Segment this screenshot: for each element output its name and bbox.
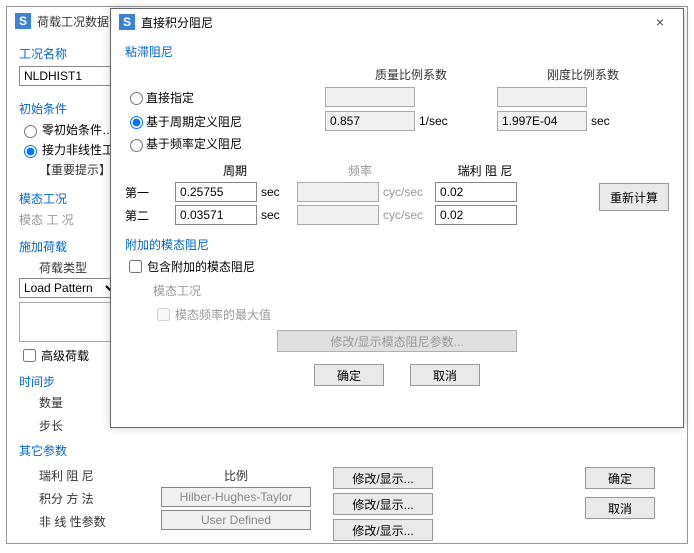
bg-cancel-button[interactable]: 取消 [585,497,655,519]
modal-close-button[interactable]: × [645,8,675,36]
period-stiff-value: 1.997E-04 [497,111,587,131]
modify-rayleigh-button[interactable]: 修改/显示... [333,467,433,489]
direct-radio[interactable] [130,92,143,105]
add-damp-legend: 附加的模态阻尼 [125,236,669,253]
bg-ok-button[interactable]: 确定 [585,467,655,489]
period1-input[interactable] [175,182,257,202]
rayleigh-label: 瑞利 阻 尼 [39,467,139,484]
modify-modal-damp-button: 修改/显示模态阻尼参数... [277,330,517,352]
ratio-label: 比例 [151,467,321,484]
app-icon: S [15,13,31,29]
period2-input[interactable] [175,205,257,225]
by-freq-radio[interactable] [130,139,143,152]
damping-dialog: S 直接积分阻尼 × 粘滞阻尼 质量比例系数 刚度比例系数 直接指定 基于周期定… [110,8,684,428]
row2-label: 第二 [125,207,171,224]
other-legend: 其它参数 [19,442,169,459]
max-freq-check: 模态频率的最大值 [153,305,669,324]
recalc-button[interactable]: 重新计算 [599,183,669,211]
nonlinear-value: User Defined [161,510,311,530]
freq1-box [297,182,379,202]
stiff-coef-header: 刚度比例系数 [497,66,669,83]
rayleigh2-input[interactable] [435,205,517,225]
load-list[interactable] [19,302,119,342]
load-pattern-select[interactable]: Load Pattern [19,278,119,298]
case-name-input[interactable] [19,66,114,86]
mass-coef-header: 质量比例系数 [325,66,497,83]
integration-value: Hilber-Hughes-Taylor [161,487,311,507]
modal-cancel-button[interactable]: 取消 [410,364,480,386]
direct-mass-box [325,87,415,107]
period-mass-value: 0.857 [325,111,415,131]
direct-stiff-box [497,87,587,107]
modify-nonlinear-button[interactable]: 修改/显示... [333,519,433,541]
other-params-area: 瑞利 阻 尼 积分 方 法 非 线 性参数 比例 Hilber-Hughes-T… [19,467,675,541]
modal-title: 直接积分阻尼 [141,14,645,31]
modal-app-icon: S [119,14,135,30]
row1-label: 第一 [125,184,171,201]
viscous-legend: 粘滞阻尼 [125,43,669,60]
rayleigh-col-header: 瑞利 阻 尼 [425,162,545,179]
freq-col-header: 频率 [295,162,425,179]
by-period-radio[interactable] [130,116,143,129]
modal-ok-button[interactable]: 确定 [314,364,384,386]
include-modal-check[interactable]: 包含附加的模态阻尼 [125,257,669,276]
freq2-box [297,205,379,225]
rayleigh1-input[interactable] [435,182,517,202]
nonlinear-label: 非 线 性参数 [39,513,139,530]
modal-case-label2: 模态工况 [153,282,669,299]
modal-titlebar: S 直接积分阻尼 × [111,9,683,35]
integration-label: 积分 方 法 [39,490,139,507]
period-col-header: 周期 [175,162,295,179]
modify-integration-button[interactable]: 修改/显示... [333,493,433,515]
